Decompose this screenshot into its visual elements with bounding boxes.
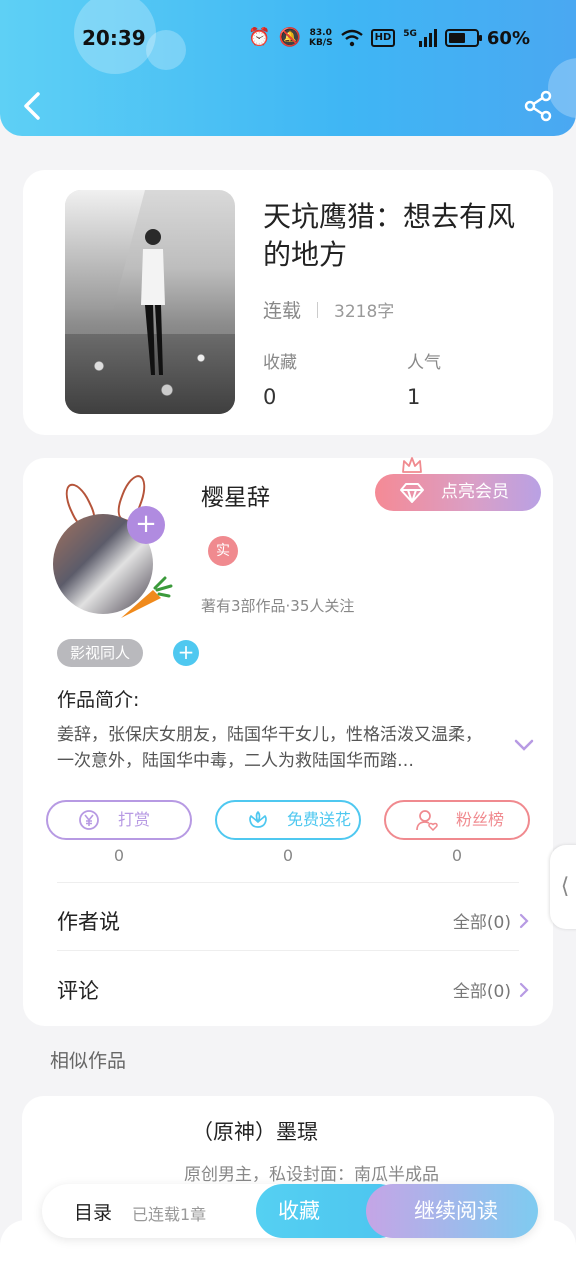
net-speed-unit: KB/S xyxy=(308,38,333,48)
action-row: 打赏 免费送花 粉丝榜 xyxy=(46,800,531,840)
similar-work-title: （原神）墨璟 xyxy=(192,1120,318,1144)
bottom-action-bar: 目录 已连载1章 收藏 继续阅读 xyxy=(42,1184,538,1238)
tip-label: 打赏 xyxy=(118,810,151,829)
wifi-icon xyxy=(340,29,363,47)
book-meta: 连载 3218字 xyxy=(263,296,394,323)
favorites-label: 收藏 xyxy=(263,353,297,373)
status-icons: ⏰ 🔕 83.0 KB/S HD 5G 60% xyxy=(248,24,530,52)
crown-icon xyxy=(402,457,422,473)
hd-icon: HD xyxy=(370,29,396,47)
book-title: 天坑鹰猎：想去有风的地方 xyxy=(263,200,516,271)
toc-button[interactable]: 目录 xyxy=(74,1198,112,1225)
chevron-right-icon xyxy=(519,913,529,928)
favorites-value: 0 xyxy=(263,385,277,409)
side-drawer-handle[interactable]: ⟨ xyxy=(550,845,576,929)
battery-icon xyxy=(444,29,482,47)
author-says-all-label: 全部(0) xyxy=(452,913,511,933)
book-cover-image[interactable] xyxy=(65,190,235,414)
free-flower-button[interactable]: 免费送花 xyxy=(215,800,361,840)
alarm-icon: ⏰ xyxy=(248,27,271,48)
genre-tag[interactable]: 影视同人 xyxy=(57,639,144,667)
intro-text: 姜辞，张保庆女朋友，陆国华干女儿，性格活泼又温柔，一次意外，陆国华中毒，二人为救… xyxy=(57,725,482,771)
add-tag-icon[interactable]: + xyxy=(173,640,199,666)
toc-chapter-count: 已连载1章 xyxy=(132,1205,207,1224)
diamond-icon xyxy=(400,483,424,503)
header: 20:39 ⏰ 🔕 83.0 KB/S HD 5G 60% xyxy=(0,0,576,136)
comments-all-label: 全部(0) xyxy=(452,982,511,1002)
book-status: 连载 xyxy=(263,300,302,322)
flower-count: 0 xyxy=(282,846,294,865)
book-info-card: 天坑鹰猎：想去有风的地方 连载 3218字 收藏 0 人气 1 xyxy=(23,170,553,435)
carrot-icon xyxy=(121,576,173,618)
favorites-stat: 收藏 0 xyxy=(263,348,297,409)
vip-button-label: 点亮会员 xyxy=(441,482,509,502)
divider xyxy=(57,882,519,883)
fan-count: 0 xyxy=(451,846,463,865)
tip-count: 0 xyxy=(113,846,125,865)
share-icon[interactable] xyxy=(522,90,554,122)
book-word-count: 3218字 xyxy=(334,302,395,322)
fan-user-icon xyxy=(416,810,438,831)
cover-figure xyxy=(141,229,165,375)
flower-icon xyxy=(249,811,267,828)
free-flower-label: 免费送花 xyxy=(287,810,352,829)
author-says-title: 作者说 xyxy=(57,910,120,934)
net-speed-value: 83.0 xyxy=(309,28,332,38)
author-stats: 著有3部作品·35人关注 xyxy=(201,597,355,615)
net-speed: 83.0 KB/S xyxy=(309,28,333,48)
author-name[interactable]: 樱星辞 xyxy=(201,478,270,512)
comments-title: 评论 xyxy=(57,979,99,1003)
author-says-all-link[interactable]: 全部(0) xyxy=(453,908,529,933)
popularity-label: 人气 xyxy=(407,353,441,373)
verified-badge: 实 xyxy=(208,536,238,566)
author-avatar-group[interactable]: + xyxy=(53,468,193,618)
status-bar: 20:39 ⏰ 🔕 83.0 KB/S HD 5G 60% xyxy=(0,24,576,54)
popularity-stat: 人气 1 xyxy=(407,348,441,409)
signal-icon: 5G xyxy=(403,29,437,47)
follow-plus-icon[interactable]: + xyxy=(127,506,165,544)
comments-all-link[interactable]: 全部(0) xyxy=(453,977,529,1002)
tip-button[interactable]: 打赏 xyxy=(46,800,192,840)
continue-reading-button[interactable]: 继续阅读 xyxy=(366,1184,538,1238)
chevron-right-icon xyxy=(519,982,529,997)
status-time: 20:39 xyxy=(82,26,146,50)
author-card: + 樱星辞 实 著有3部作品·35人关注 点亮会员 影视同人 + 作品简介: 姜… xyxy=(23,457,553,1026)
network-type: 5G xyxy=(403,29,417,39)
battery-text: 60% xyxy=(486,27,530,49)
mute-icon: 🔕 xyxy=(278,27,301,48)
expand-chevron-icon[interactable] xyxy=(513,738,535,752)
divider xyxy=(57,950,519,951)
vip-button[interactable]: 点亮会员 xyxy=(375,474,541,511)
popularity-value: 1 xyxy=(407,385,421,409)
fan-rank-label: 粉丝榜 xyxy=(456,810,505,829)
yen-coin-icon xyxy=(79,810,99,830)
back-icon[interactable] xyxy=(18,88,48,124)
similar-work-desc: 原创男主，私设封面：南瓜半成品 xyxy=(184,1165,439,1185)
similar-section-title: 相似作品 xyxy=(50,1050,127,1072)
intro-title: 作品简介: xyxy=(57,689,140,711)
fan-rank-button[interactable]: 粉丝榜 xyxy=(384,800,530,840)
meta-divider xyxy=(317,301,319,318)
